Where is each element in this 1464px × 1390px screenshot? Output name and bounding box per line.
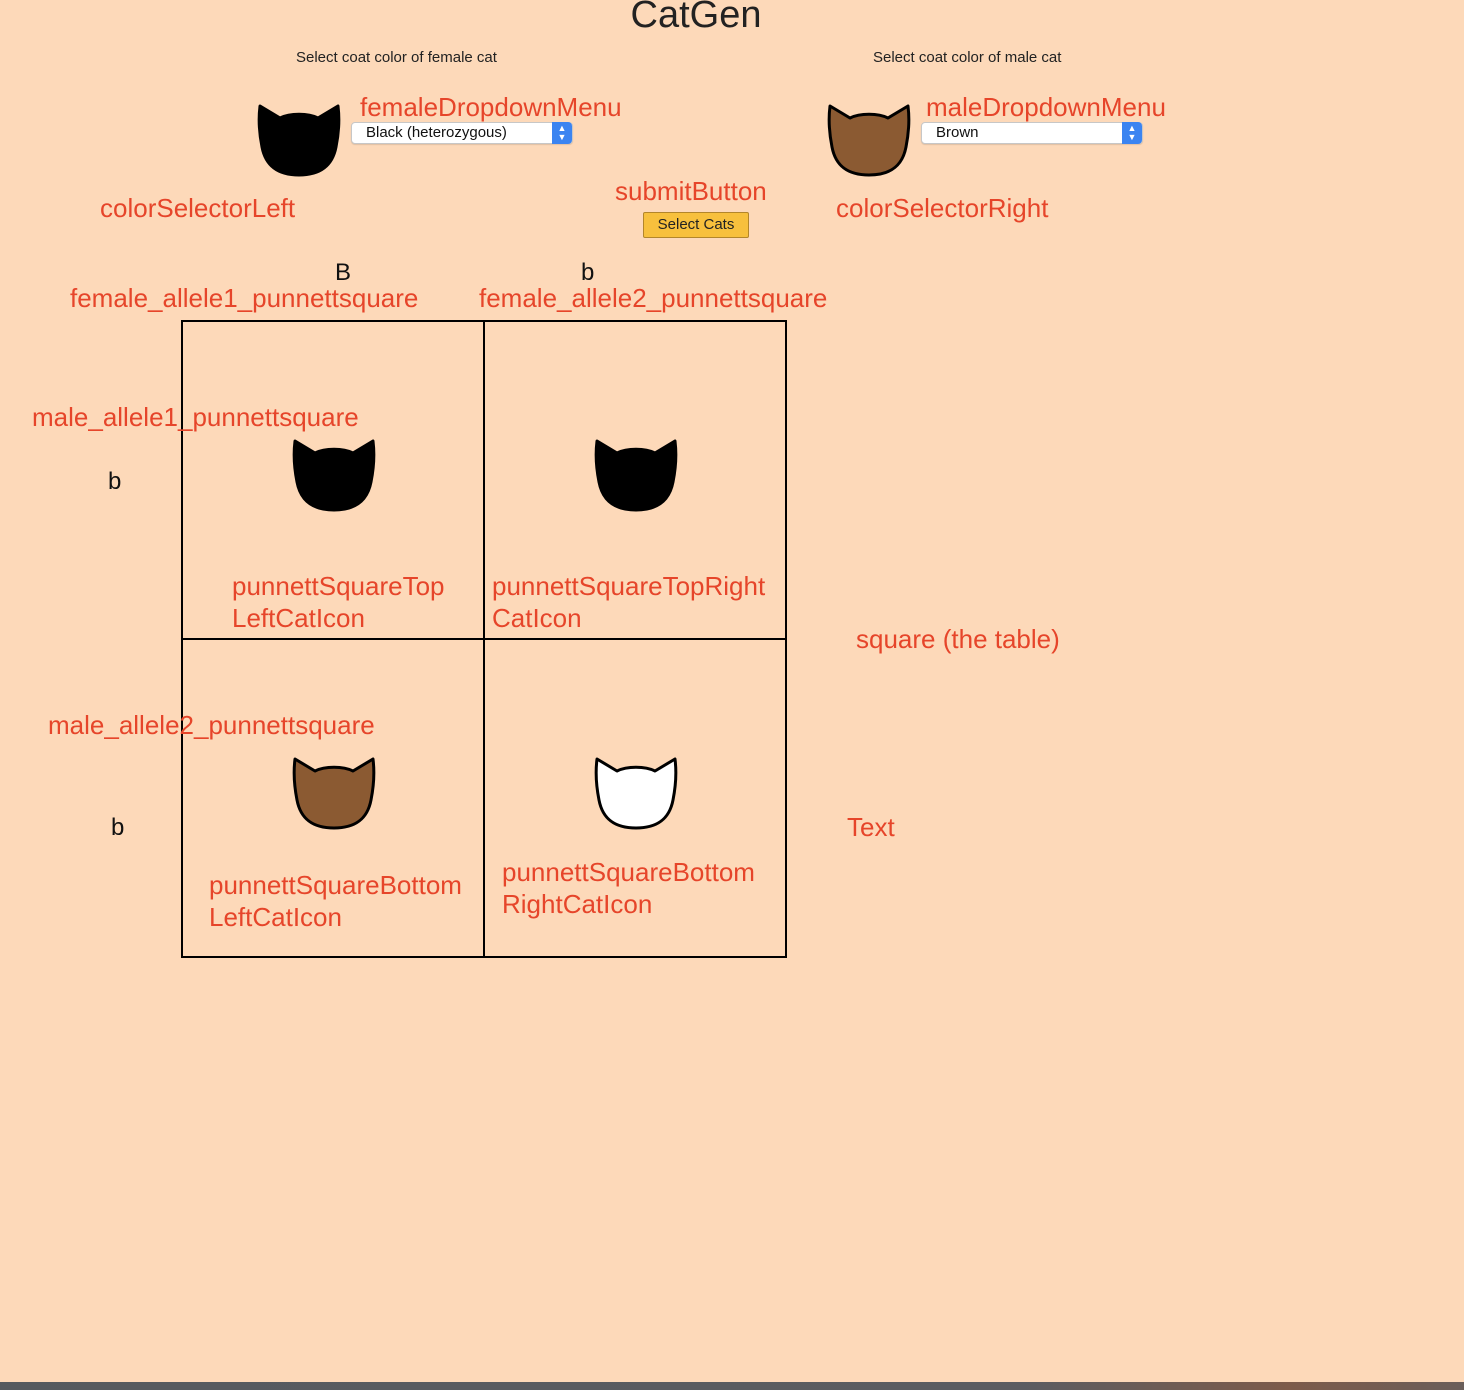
top-left-cat-annotation: punnettSquareTop LeftCatIcon (232, 570, 445, 634)
male-dropdown-annotation: maleDropdownMenu (926, 92, 1166, 122)
text-annotation: Text (847, 812, 895, 842)
dropdown-arrows-icon: ▲ ▼ (552, 122, 572, 144)
annotation-line: RightCatIcon (502, 889, 653, 919)
female-color-prompt: Select coat color of female cat (296, 49, 497, 66)
female-dropdown-value: Black (heterozygous) (366, 124, 507, 141)
color-selector-right-annotation: colorSelectorRight (836, 193, 1049, 223)
annotation-line: LeftCatIcon (209, 902, 342, 932)
bottom-left-cat-annotation: punnettSquareBottom LeftCatIcon (209, 869, 462, 933)
female-cat-icon (257, 104, 341, 177)
male-dropdown-value: Brown (936, 124, 979, 141)
submit-button-annotation: submitButton (615, 176, 767, 206)
male-allele-2: b (111, 814, 125, 841)
annotation-line: CatIcon (492, 603, 582, 633)
male-cat-icon (827, 104, 911, 177)
male-dropdown[interactable]: Brown ▲ ▼ (921, 122, 1143, 144)
bottom-right-cat-annotation: punnettSquareBottom RightCatIcon (502, 856, 755, 920)
select-cats-button[interactable]: Select Cats (643, 212, 749, 238)
app-title: CatGen (630, 0, 762, 36)
annotation-line: punnettSquareTopRight (492, 571, 766, 601)
female-dropdown-annotation: femaleDropdownMenu (360, 92, 622, 122)
punnett-top-left-cat-icon (292, 439, 376, 512)
male-allele-1: b (108, 468, 122, 495)
annotation-line: punnettSquareTop (232, 571, 445, 601)
annotation-line: punnettSquareBottom (502, 857, 755, 887)
punnett-bottom-left-cat-icon (292, 757, 376, 830)
punnett-top-right-cat-icon (594, 439, 678, 512)
square-table-annotation: square (the table) (856, 624, 1060, 654)
female-dropdown[interactable]: Black (heterozygous) ▲ ▼ (351, 122, 573, 144)
male-color-prompt: Select coat color of male cat (873, 49, 1062, 66)
annotation-line: punnettSquareBottom (209, 870, 462, 900)
male-allele2-annotation: male_allele2_punnettsquare (48, 710, 375, 740)
punnett-bottom-right-cat-icon (594, 757, 678, 830)
color-selector-left-annotation: colorSelectorLeft (100, 193, 296, 223)
female-allele2-annotation: female_allele2_punnettsquare (479, 283, 828, 313)
female-allele1-annotation: female_allele1_punnettsquare (70, 283, 419, 313)
window-bottom-edge (0, 1382, 1464, 1390)
male-allele1-annotation: male_allele1_punnettsquare (32, 402, 359, 432)
annotation-line: LeftCatIcon (232, 603, 365, 633)
dropdown-arrows-icon: ▲ ▼ (1122, 122, 1142, 144)
top-right-cat-annotation: punnettSquareTopRight CatIcon (492, 570, 765, 634)
